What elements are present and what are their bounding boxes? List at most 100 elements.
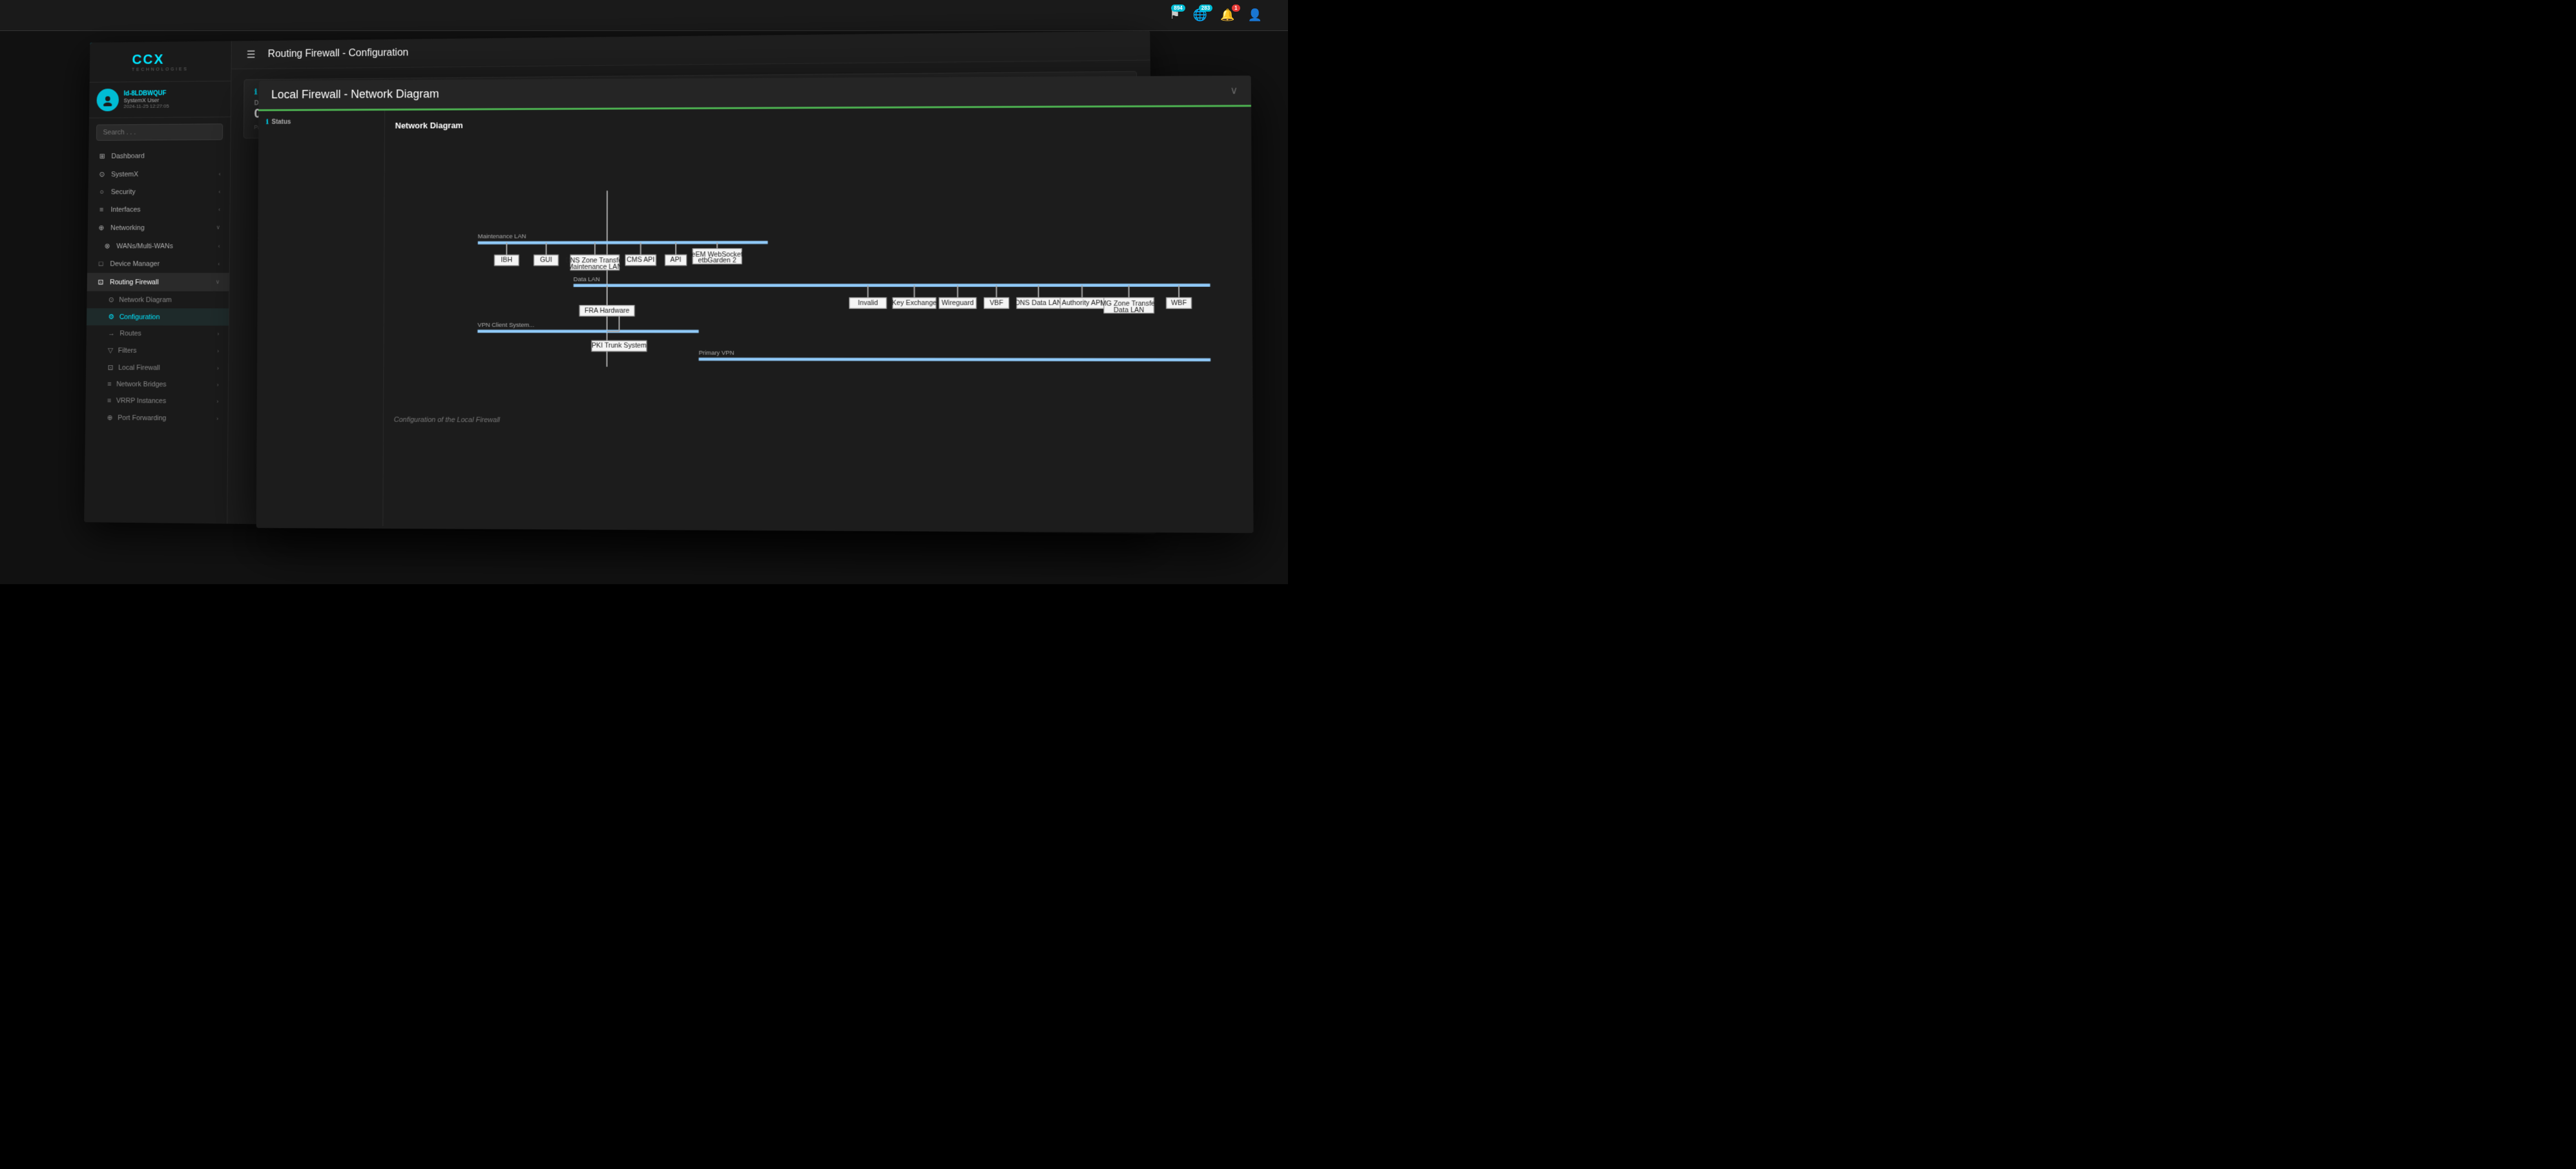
hamburger-icon[interactable]: ☰ [242,46,260,64]
chevron-down-icon-2: ∨ [216,279,220,286]
user-icon: 👤 [1248,8,1262,22]
sidebar-label-configuration: Configuration [119,313,160,321]
sidebar-item-wans[interactable]: ⊗ WANs/Multi-WANs ‹ [87,237,229,255]
primary-vpn-text: Primary VPN [699,350,734,357]
user-id: Id-8LDBWQUF [124,90,169,97]
chevron-left-icon-2: ‹ [218,189,220,195]
routing-firewall-icon: ⊡ [96,278,105,286]
interfaces-icon: ≡ [97,206,105,214]
sidebar-item-device-manager[interactable]: □ Device Manager ‹ [87,255,229,273]
mg-zone-label2: Data LAN [1114,306,1144,313]
sidebar: CCX TECHNOLOGIES Id-8LDBWQUF SystemX Use… [84,41,232,524]
front-window-header: Local Firewall - Network Diagram ∨ [258,76,1251,111]
chevron-left-icon-5: ‹ [218,261,220,268]
sidebar-label-routes: Routes [119,330,141,337]
globe-button[interactable]: 🌐 283 [1193,8,1207,22]
sidebar-label-network-bridges: Network Bridges [116,381,167,388]
gui-label: GUI [540,257,552,264]
dns-data-label: DNS Data LAN [1015,299,1062,307]
vpn-client-label: VPN Client System... [477,322,534,329]
logo-x: X [154,51,164,67]
wans-icon: ⊗ [103,242,112,250]
search-input[interactable] [96,123,223,141]
networking-icon: ⊕ [97,224,105,232]
fra-label: FRA Hardware [585,307,630,315]
user-button[interactable]: 👤 [1248,8,1262,22]
top-bar: ⚑ 894 🌐 283 🔔 1 👤 [0,0,1288,31]
maintenance-lan-label: Maintenance LAN [478,233,526,240]
invalid-label: Invalid [858,299,878,307]
sidebar-label-device-manager: Device Manager [110,260,160,268]
sidebar-item-port-forwarding[interactable]: ⊕ Port Forwarding › [85,409,228,427]
network-diagram-title: Network Diagram [395,117,1241,130]
network-bridges-icon: ≡ [107,381,111,388]
chevron-left-icon-4: ‹ [218,243,220,249]
chevron-right-icon-3: › [217,364,219,371]
security-icon: ○ [98,189,106,196]
sidebar-label-systemx: SystemX [111,171,138,178]
filters-icon: ▽ [108,346,113,355]
logo-text: CCX [132,51,189,68]
sidebar-item-filters[interactable]: ▽ Filters › [86,342,228,359]
diagram-footer: Configuration of the Local Firewall [394,416,1243,427]
sidebar-item-systemx[interactable]: ⊙ SystemX ‹ [88,165,230,184]
sidebar-item-security[interactable]: ○ Security ‹ [88,183,230,201]
avatar [96,89,119,111]
systemx-icon: ⊙ [98,170,106,178]
sidebar-label-network-diagram: Network Diagram [119,296,172,304]
globe-badge: 283 [1199,5,1212,12]
flag-badge: 894 [1171,5,1185,12]
front-window-title: Local Firewall - Network Diagram [271,87,439,101]
sidebar-item-network-bridges[interactable]: ≡ Network Bridges › [86,376,228,394]
maintenance-lan-bus [478,242,768,243]
front-left-panel: ℹ Status [256,111,385,526]
sidebar-label-security: Security [111,188,136,196]
network-diagram-area: Maintenance LAN Data LAN VPN Client Syst… [394,138,1242,412]
flag-button[interactable]: ⚑ 894 [1170,8,1180,22]
dashboard-icon: ⊞ [98,152,106,160]
bell-badge: 1 [1232,5,1240,12]
chevron-left-icon-3: ‹ [218,206,220,213]
configuration-icon: ⚙ [108,313,114,321]
sidebar-item-routes[interactable]: → Routes › [87,325,229,342]
vrrp-icon: ≡ [107,397,111,405]
sidebar-label-interfaces: Interfaces [110,206,140,214]
front-content: ℹ Status Network Diagram Maintenance LAN… [256,107,1254,531]
sidebar-item-routing-firewall[interactable]: ⊡ Routing Firewall ∨ [87,273,229,291]
chevron-right-icon-5: › [216,398,218,405]
chevron-left-icon: ‹ [219,171,221,177]
sidebar-logo: CCX TECHNOLOGIES [90,41,231,83]
user-info: Id-8LDBWQUF SystemX User 2024-11-25 12:2… [123,90,169,109]
sidebar-item-local-firewall[interactable]: ⊡ Local Firewall › [86,359,228,376]
sidebar-label-filters: Filters [118,346,137,354]
info-icon: ℹ [254,87,258,96]
dns-maint-label2: Maintenance LAN [568,263,622,271]
chevron-right-icon-6: › [216,415,218,421]
logo-cc: CC [132,51,154,67]
sidebar-label-routing-firewall: Routing Firewall [110,279,159,286]
sidebar-item-networking[interactable]: ⊕ Networking ∨ [88,218,230,237]
user-section: Id-8LDBWQUF SystemX User 2024-11-25 12:2… [89,81,231,118]
key-exchange-label: Key Exchange [892,299,937,307]
pki-label: PKI Trunk System [592,342,647,350]
sidebar-item-interfaces[interactable]: ≡ Interfaces ‹ [88,200,230,218]
sidebar-label-port-forwarding: Port Forwarding [118,414,166,421]
network-diagram-svg: Maintenance LAN Data LAN VPN Client Syst… [394,138,1242,412]
back-window-title: Routing Firewall - Configuration [268,47,409,60]
logo-subtitle: TECHNOLOGIES [132,67,189,72]
chevron-right-icon-2: › [217,348,219,354]
network-diagram-icon: ⊙ [109,295,114,304]
vbf-label: VBF [990,299,1004,307]
sidebar-item-configuration[interactable]: ⚙ Configuration [87,308,229,326]
eem-label2: etbGarden 2 [698,257,736,264]
sidebar-item-dashboard[interactable]: ⊞ Dashboard [88,146,230,165]
routes-icon: → [108,330,115,337]
chevron-down-icon-3: ∨ [1230,84,1238,97]
bell-button[interactable]: 🔔 1 [1220,8,1234,22]
front-status-section: ℹ Status [266,118,377,126]
chevron-down-icon: ∨ [216,224,220,231]
front-status-title: ℹ Status [266,118,377,126]
sidebar-item-vrrp[interactable]: ≡ VRRP Instances › [85,392,228,410]
sidebar-item-network-diagram[interactable]: ⊙ Network Diagram [87,291,229,309]
user-role: SystemX User [123,97,169,103]
